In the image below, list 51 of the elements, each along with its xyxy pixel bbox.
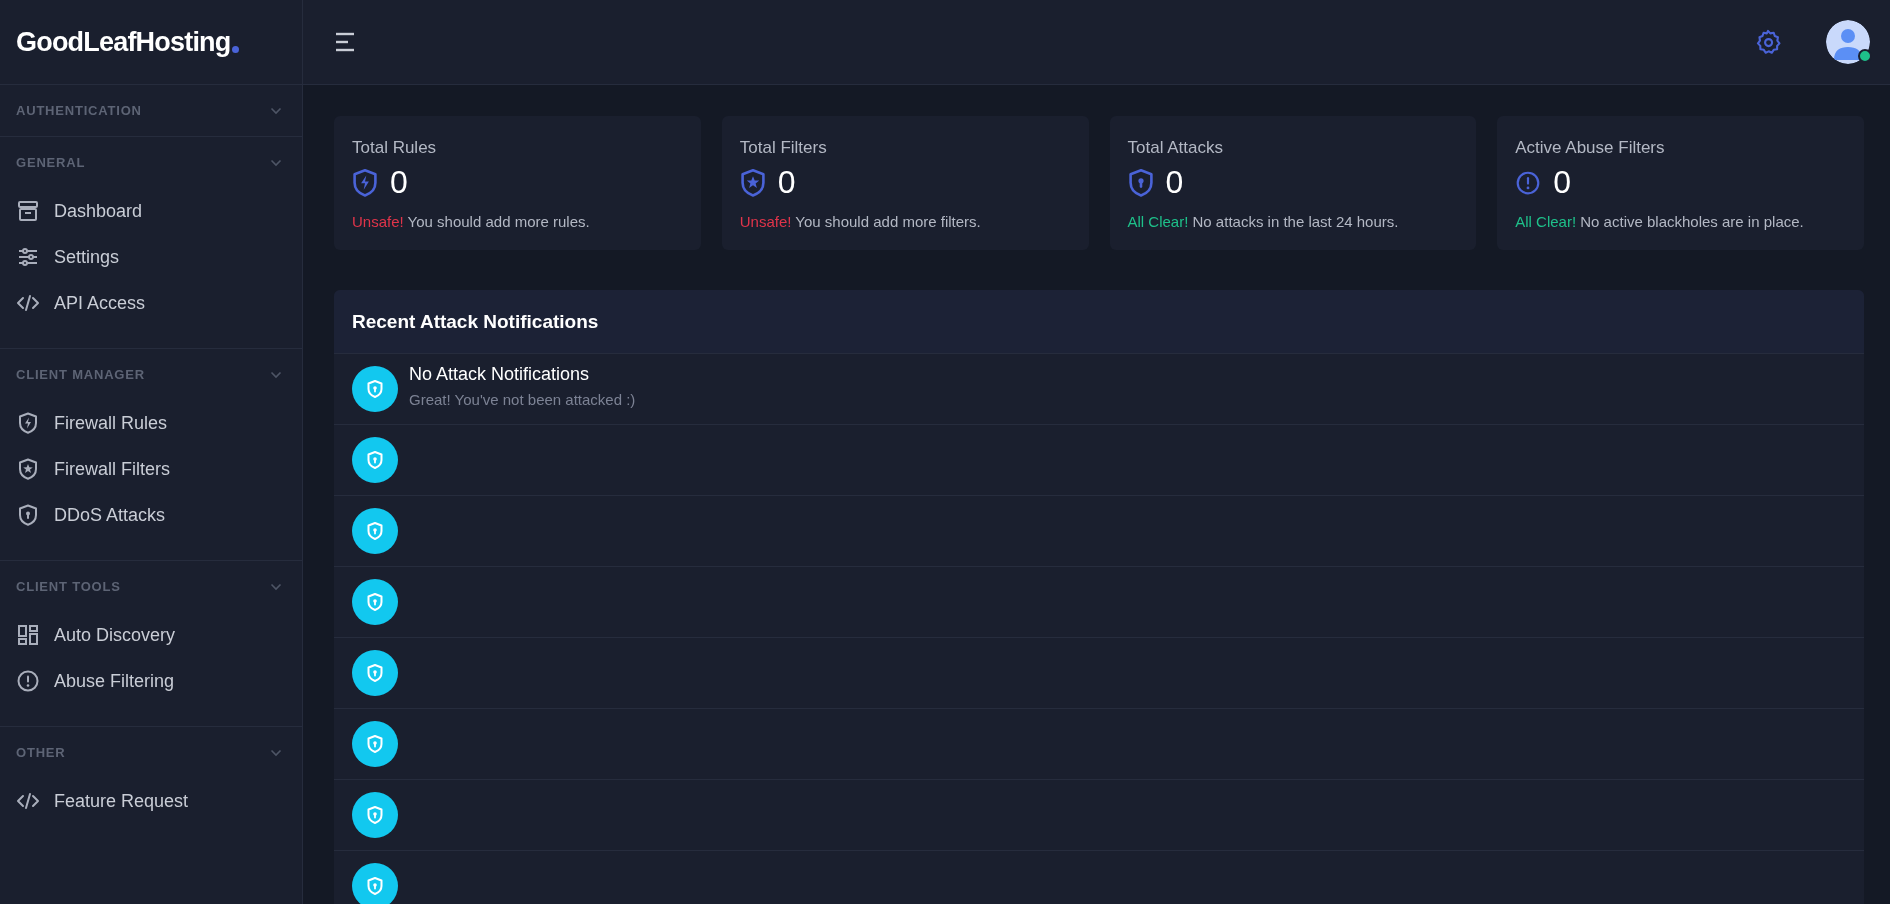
shield-keyhole-icon (352, 366, 398, 412)
sidebar-item[interactable]: Firewall Rules (0, 400, 302, 446)
sidebar-item[interactable]: Abuse Filtering (0, 658, 302, 704)
shield-star-icon (739, 167, 766, 198)
sidebar-item[interactable]: DDoS Attacks (0, 492, 302, 538)
shield-keyhole-icon (352, 721, 398, 767)
chevron-down-icon (270, 748, 282, 757)
grid-icon (16, 623, 40, 647)
stat-title: Total Attacks (1127, 138, 1224, 158)
shield-keyhole-icon (352, 863, 398, 904)
stat-message: All Clear! No active blackholes are in place. (1515, 213, 1805, 230)
shield-bolt-icon (16, 411, 40, 435)
exclamation-circle-icon (16, 669, 40, 693)
dashboard-icon (16, 199, 40, 223)
shield-bolt-icon (352, 167, 378, 198)
sidebar-item[interactable]: Firewall Filters (0, 446, 302, 492)
stat-value: 0 (1165, 164, 1184, 201)
user-avatar[interactable] (1826, 20, 1870, 64)
stat-value: 0 (390, 164, 408, 201)
brand-dot-icon (232, 45, 240, 53)
sliders-icon (16, 245, 40, 269)
sidebar-item[interactable]: API Access (0, 280, 302, 326)
brand-logo: GoodLeafHosting (16, 26, 231, 58)
sidebar-item[interactable]: Auto Discovery (0, 612, 302, 658)
sidebar-item[interactable]: Feature Request (0, 778, 302, 824)
stat-title: Active Abuse Filters (1515, 138, 1666, 158)
chevron-down-icon (270, 370, 282, 379)
shield-keyhole-icon (1127, 167, 1154, 198)
panel-title: Recent Attack Notifications (352, 310, 599, 333)
shield-keyhole-icon (352, 508, 398, 554)
stat-title: Total Filters (739, 138, 828, 158)
shield-keyhole-icon (16, 503, 40, 527)
stat-message: Unsafe! You should add more rules. (352, 213, 591, 230)
stat-value: 0 (1553, 164, 1572, 201)
notification-title: No Attack Notifications (409, 364, 591, 385)
chevron-down-icon (270, 158, 282, 167)
stat-message: All Clear! No attacks in the last 24 hours. (1127, 213, 1400, 230)
stat-value: 0 (777, 164, 796, 201)
stat-message: Unsafe! You should add more filters. (739, 213, 982, 230)
shield-star-icon (16, 457, 40, 481)
settings-icon[interactable] (1754, 28, 1782, 56)
chevron-down-icon (270, 582, 282, 591)
shield-keyhole-icon (352, 437, 398, 483)
shield-keyhole-icon (352, 650, 398, 696)
stat-title: Total Rules (352, 138, 438, 158)
shield-keyhole-icon (352, 792, 398, 838)
notification-text: Great! You've not been attacked :) (409, 391, 636, 408)
sidebar-item[interactable]: Settings (0, 234, 302, 280)
chevron-down-icon (270, 106, 282, 115)
shield-keyhole-icon (352, 579, 398, 625)
sidebar-item[interactable]: Dashboard (0, 188, 302, 234)
